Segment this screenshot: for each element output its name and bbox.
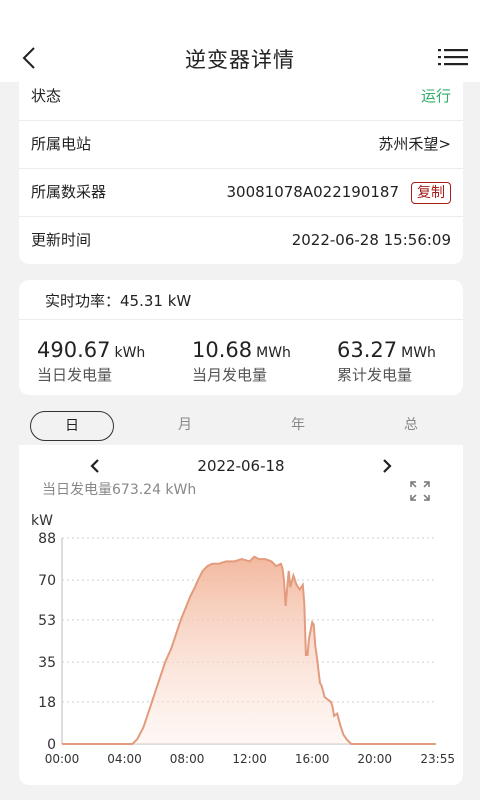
y-axis-label: kW — [31, 513, 53, 529]
collector-row: 所属数采器 30081078A022190187 复制 — [19, 168, 463, 217]
divider — [19, 319, 463, 320]
y-tick-label: 18 — [38, 695, 56, 711]
tab-year[interactable]: 年 — [258, 411, 338, 439]
total-energy-stat: 63.27 MWh 累计发电量 — [337, 338, 436, 385]
y-tick-label: 53 — [38, 613, 56, 629]
tab-day[interactable]: 日 — [30, 411, 114, 441]
y-tick-label: 88 — [38, 531, 56, 547]
x-tick-label: 08:00 — [170, 752, 205, 766]
station-link[interactable]: 苏州禾望> — [378, 120, 451, 168]
daily-energy-label: 当日发电量 — [37, 366, 113, 384]
update-row: 更新时间 2022-06-28 15:56:09 — [19, 216, 463, 264]
total-energy-unit: MWh — [401, 345, 436, 361]
power-summary-card: 实时功率：45.31 kW 490.67 kWh 当日发电量 10.68 MWh 当… — [19, 280, 463, 395]
monthly-energy-label: 当月发电量 — [192, 366, 268, 384]
collector-serial: 30081078A022190187 — [226, 183, 400, 201]
status-row: 状态 运行 — [19, 72, 463, 121]
update-time: 2022-06-28 15:56:09 — [291, 231, 451, 249]
realtime-power: 实时功率：45.31 kW — [45, 292, 192, 310]
power-chart: kW 0 18 35 53 70 88 00:00 04:00 08:00 12:00 16:00… — [31, 513, 455, 766]
update-label: 更新时间 — [31, 231, 92, 249]
y-tick-label: 35 — [38, 655, 56, 671]
copy-button[interactable]: 复制 — [411, 182, 451, 204]
inverter-info-card: 状态 运行 所属电站 苏州禾望> 所属数采器 30081078A02219018… — [19, 82, 463, 264]
status-value: 运行 — [420, 87, 451, 105]
station-label: 所属电站 — [31, 135, 92, 153]
y-tick-label: 70 — [38, 573, 56, 589]
x-tick-label: 04:00 — [107, 752, 142, 766]
app-header: 逆变器详情 — [0, 0, 480, 82]
collector-label: 所属数采器 — [31, 183, 107, 201]
tab-month[interactable]: 月 — [145, 411, 225, 439]
monthly-energy-unit: MWh — [256, 345, 291, 361]
daily-energy-value: 490.67 — [37, 338, 111, 362]
monthly-energy-value: 10.68 — [192, 338, 253, 362]
daily-energy-stat: 490.67 kWh 当日发电量 — [37, 338, 145, 385]
status-label: 状态 — [31, 87, 62, 105]
power-area — [62, 556, 436, 744]
x-tick-label: 00:00 — [45, 752, 80, 766]
tab-total[interactable]: 总 — [371, 411, 451, 439]
monthly-energy-stat: 10.68 MWh 当月发电量 — [192, 338, 291, 385]
y-tick-label: 0 — [47, 737, 56, 753]
x-tick-label: 12:00 — [232, 752, 267, 766]
collector-value-wrap: 30081078A022190187 复制 — [226, 168, 451, 216]
menu-list-icon[interactable] — [438, 46, 468, 70]
total-energy-label: 累计发电量 — [337, 366, 413, 384]
x-tick-label: 20:00 — [357, 752, 392, 766]
total-energy-value: 63.27 — [337, 338, 398, 362]
station-row[interactable]: 所属电站 苏州禾望> — [19, 120, 463, 169]
chart-card: 2022-06-18 当日发电量673.24 kWh kW 0 18 35 53 70 8… — [19, 445, 463, 785]
x-tick-label: 23:55 — [420, 752, 455, 766]
period-tabs: 日 月 年 总 — [19, 405, 463, 445]
page-title: 逆变器详情 — [185, 48, 295, 72]
daily-energy-unit: kWh — [114, 345, 146, 361]
x-tick-label: 16:00 — [295, 752, 330, 766]
